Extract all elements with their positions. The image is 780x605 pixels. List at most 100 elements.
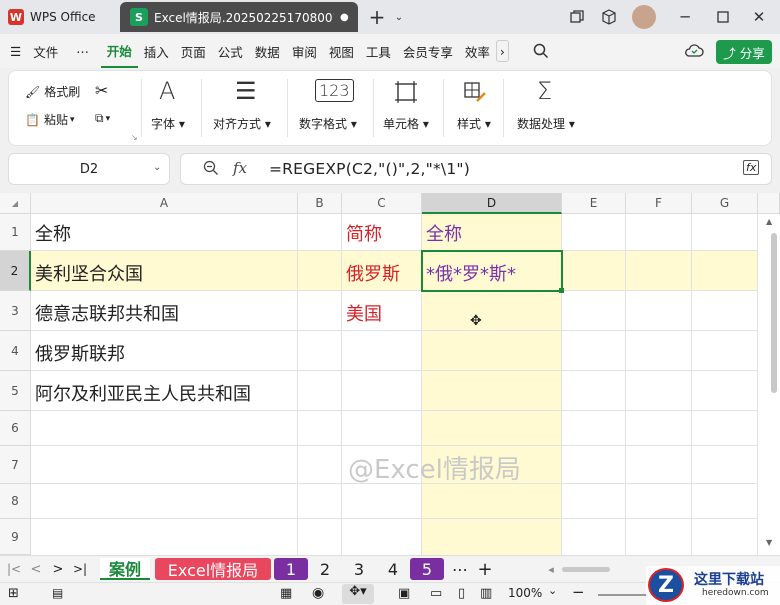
sheet-tab-excel-info[interactable]: Excel情报局 [155, 558, 271, 580]
number-format-icon[interactable]: 123 [315, 79, 354, 102]
column-header-f[interactable]: F [626, 193, 692, 214]
font-group-button[interactable]: 字体 ▾ [151, 115, 185, 132]
menu-page[interactable]: 页面 [175, 34, 212, 68]
cell-a1[interactable]: 全称 [35, 220, 71, 246]
column-header-a[interactable]: A [31, 193, 298, 214]
name-box[interactable]: D2 ⌄ [8, 153, 170, 185]
page-layout-icon[interactable]: ▭ [430, 586, 442, 601]
column-header-c[interactable]: C [342, 193, 422, 214]
restore-window-icon[interactable] [566, 6, 588, 28]
cell-c3[interactable]: 美国 [346, 300, 382, 326]
cloud-sync-icon[interactable] [684, 42, 704, 64]
paste-button[interactable]: 📋 粘贴 ▾ [25, 111, 75, 128]
data-processing-button[interactable]: 数据处理 ▾ [517, 115, 575, 132]
menu-data[interactable]: 数据 [249, 34, 286, 68]
next-sheet-icon[interactable]: > [50, 558, 66, 580]
sum-icon[interactable]: Σ [537, 77, 552, 105]
zoom-out-icon[interactable]: − [572, 583, 585, 601]
first-sheet-icon[interactable]: |< [6, 558, 22, 580]
sheet-tab-3[interactable]: 3 [344, 558, 374, 580]
close-icon[interactable]: ✕ [748, 6, 770, 28]
format-painter-button[interactable]: 🖌 格式刷 [25, 83, 80, 100]
eye-protect-icon[interactable]: ◉ [312, 585, 324, 601]
cell-c1[interactable]: 简称 [346, 220, 382, 246]
horizontal-scrollbar-thumb[interactable] [562, 567, 610, 572]
align-group-button[interactable]: 对齐方式 ▾ [213, 115, 271, 132]
menu-view[interactable]: 视图 [323, 34, 360, 68]
sheet-tab-5[interactable]: 5 [410, 558, 444, 580]
formula-bar[interactable]: fx =REGEXP(C2,"()",2,"*\1") fx [180, 153, 772, 185]
new-tab-icon[interactable]: + [366, 5, 388, 29]
fx-icon[interactable]: fx [233, 159, 247, 177]
menu-scroll-right-icon[interactable]: › [495, 40, 509, 62]
menu-home[interactable]: 开始 [100, 34, 138, 68]
cube-icon[interactable] [598, 6, 620, 28]
hamburger-menu-icon[interactable]: ☰ [0, 34, 27, 68]
last-sheet-icon[interactable]: >| [70, 558, 90, 580]
sheet-list-icon[interactable]: ⊞ [8, 586, 19, 601]
hscroll-left-icon[interactable]: ◂ [544, 558, 558, 580]
font-icon[interactable]: A [159, 77, 175, 105]
table-icon[interactable]: ▤ [52, 586, 63, 600]
cells-icon[interactable] [395, 81, 417, 107]
cell-d2[interactable]: *俄*罗*斯* [426, 260, 516, 286]
share-button[interactable]: ⤴ 分享 [716, 40, 772, 64]
row-header-4[interactable]: 4 [0, 331, 31, 371]
column-header-b[interactable]: B [298, 193, 342, 214]
column-header-e[interactable]: E [562, 193, 626, 214]
fill-handle[interactable] [559, 288, 564, 293]
column-header-d[interactable]: D [422, 193, 562, 214]
menu-efficiency[interactable]: 效率 [459, 34, 496, 68]
reading-view-icon[interactable]: ▥ [480, 586, 492, 601]
styles-icon[interactable] [463, 81, 487, 107]
menu-review[interactable]: 审阅 [286, 34, 323, 68]
cell-a5[interactable]: 阿尔及利亚民主人民共和国 [35, 380, 251, 406]
zoom-dropdown-icon[interactable]: ⌄ [548, 584, 557, 597]
menu-member[interactable]: 会员专享 [397, 34, 459, 68]
name-box-dropdown-icon[interactable]: ⌄ [153, 162, 161, 173]
column-header-g[interactable]: G [692, 193, 758, 214]
cell-a3[interactable]: 德意志联邦共和国 [35, 300, 179, 326]
menu-file[interactable]: 文件 [27, 34, 64, 68]
sheet-tab-case[interactable]: 案例 [100, 558, 150, 580]
row-header-5[interactable]: 5 [0, 371, 31, 411]
move-mode-icon[interactable]: ✥▾ [342, 584, 374, 604]
file-tab[interactable]: S Excel情报局.202502251708001 ● [120, 2, 358, 32]
menu-tools[interactable]: 工具 [360, 34, 397, 68]
search-icon[interactable] [527, 34, 555, 68]
unsaved-dot-icon[interactable]: ● [340, 12, 349, 23]
sheet-tab-2[interactable]: 2 [310, 558, 340, 580]
styles-button[interactable]: 样式 ▾ [457, 115, 491, 132]
prev-sheet-icon[interactable]: < [28, 558, 44, 580]
more-menu-icon[interactable]: ⋯ [64, 34, 101, 68]
normal-view-icon[interactable]: ▣ [398, 586, 410, 601]
vertical-scrollbar-thumb[interactable] [771, 233, 777, 393]
cell-a4[interactable]: 俄罗斯联邦 [35, 340, 125, 366]
align-icon[interactable]: ☰ [235, 77, 257, 105]
copy-button[interactable]: ⧉ ▾ [95, 111, 110, 126]
minimize-icon[interactable]: ─ [674, 6, 696, 28]
avatar[interactable] [632, 5, 656, 29]
row-header-9[interactable]: 9 [0, 519, 31, 555]
number-format-button[interactable]: 数字格式 ▾ [299, 115, 357, 132]
maximize-icon[interactable] [712, 6, 734, 28]
zoom-formula-icon[interactable] [203, 160, 219, 180]
row-header-1[interactable]: 1 [0, 214, 31, 251]
cells-button[interactable]: 单元格 ▾ [383, 115, 429, 132]
tab-list-chevron-icon[interactable]: ⌄ [388, 6, 410, 28]
cell-a2[interactable]: 美利坚合众国 [35, 260, 143, 286]
app-tab-wps[interactable]: W WPS Office [8, 2, 108, 32]
grid-view-icon[interactable]: ▦ [280, 586, 292, 601]
row-header-2[interactable]: 2 [0, 251, 31, 291]
formula-expand-icon[interactable]: fx [743, 160, 760, 175]
menu-insert[interactable]: 插入 [138, 34, 175, 68]
clipboard-expand-icon[interactable]: ↘ [131, 133, 138, 142]
row-header-6[interactable]: 6 [0, 411, 31, 446]
row-header-8[interactable]: 8 [0, 484, 31, 519]
zoom-slider[interactable] [598, 594, 648, 596]
scroll-up-icon[interactable]: ▲ [766, 217, 772, 226]
sheet-tab-1[interactable]: 1 [274, 558, 308, 580]
select-all-corner[interactable]: ◢ [0, 193, 31, 214]
more-sheets-icon[interactable]: ⋯ [448, 558, 472, 580]
menu-formula[interactable]: 公式 [212, 34, 249, 68]
